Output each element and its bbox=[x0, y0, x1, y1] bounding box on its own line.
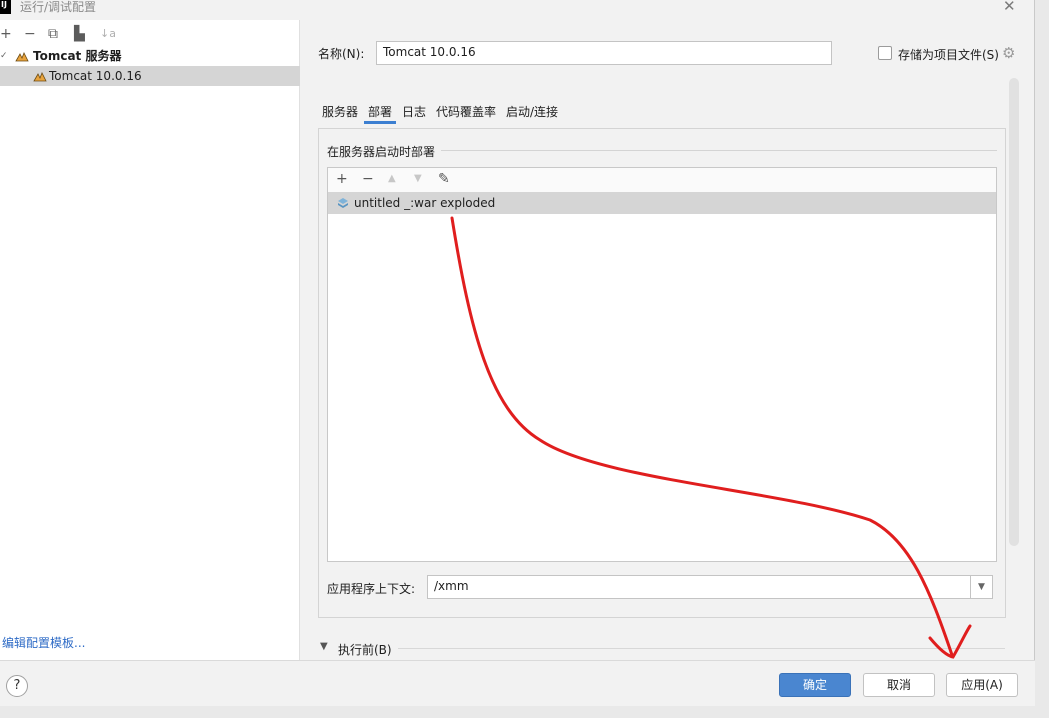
tab-server[interactable]: 服务器 bbox=[318, 103, 362, 121]
gear-icon[interactable]: ⚙ bbox=[1002, 44, 1015, 62]
move-down-icon[interactable]: ▼ bbox=[414, 170, 422, 188]
list-item[interactable]: untitled _:war exploded bbox=[328, 192, 996, 214]
deployment-toolbar: + − ▲ ▼ ✎ bbox=[328, 168, 996, 192]
expand-chevron-icon[interactable]: ✓ bbox=[0, 46, 8, 66]
help-button[interactable]: ? bbox=[6, 675, 28, 697]
tab-logs[interactable]: 日志 bbox=[398, 103, 430, 121]
config-tree-toolbar: + − ⧉ ▙ ↓a bbox=[0, 24, 300, 44]
config-tree-pane: + − ⧉ ▙ ↓a ✓ Tomcat 服务器 Tomcat 10.0.16 编… bbox=[0, 20, 300, 660]
tree-item-label: Tomcat 10.0.16 bbox=[49, 69, 142, 83]
tree-group-label: Tomcat 服务器 bbox=[33, 49, 122, 63]
store-as-project-label: 存储为项目文件(S) bbox=[898, 48, 999, 62]
tomcat-icon bbox=[15, 52, 29, 62]
store-as-project-checkbox[interactable] bbox=[878, 46, 892, 60]
dialog-footer: ? 确定 取消 应用(A) bbox=[0, 660, 1035, 706]
cancel-button[interactable]: 取消 bbox=[863, 673, 935, 697]
ok-button[interactable]: 确定 bbox=[779, 673, 851, 697]
add-artifact-icon[interactable]: + bbox=[336, 170, 348, 188]
tomcat-icon bbox=[33, 72, 47, 82]
run-debug-config-dialog: IJ 运行/调试配置 ✕ + − ⧉ ▙ ↓a ✓ Tomcat 服务器 Tom… bbox=[0, 0, 1035, 706]
chevron-down-icon[interactable]: ▼ bbox=[970, 576, 992, 598]
window-title: 运行/调试配置 bbox=[20, 0, 97, 14]
artifact-label: untitled _:war exploded bbox=[354, 196, 496, 210]
collapse-arrow-icon[interactable]: ▼ bbox=[320, 641, 328, 652]
tree-group-tomcat[interactable]: ✓ Tomcat 服务器 bbox=[0, 46, 300, 66]
tab-code-coverage[interactable]: 代码覆盖率 bbox=[432, 103, 500, 121]
artifact-icon bbox=[338, 198, 348, 208]
edit-templates-link[interactable]: 编辑配置模板... bbox=[2, 634, 85, 651]
title-bar: IJ 运行/调试配置 ✕ bbox=[0, 0, 1035, 16]
tab-startup-connection[interactable]: 启动/连接 bbox=[502, 103, 562, 121]
section-title: 在服务器启动时部署 bbox=[327, 143, 442, 160]
new-folder-icon[interactable]: ▙ bbox=[74, 24, 85, 44]
deployment-list: + − ▲ ▼ ✎ untitled _:war exploded bbox=[327, 167, 997, 562]
context-combobox[interactable]: /xmm ▼ bbox=[427, 575, 993, 599]
tab-deployment[interactable]: 部署 bbox=[364, 103, 397, 124]
remove-artifact-icon[interactable]: − bbox=[362, 170, 374, 188]
close-icon[interactable]: ✕ bbox=[1003, 0, 1016, 14]
before-launch-label[interactable]: 执行前(B) bbox=[338, 641, 392, 658]
name-label: 名称(N): bbox=[318, 47, 365, 61]
deployment-panel: 在服务器启动时部署 + − ▲ ▼ ✎ untitled _:war explo… bbox=[318, 128, 1006, 618]
copy-config-icon[interactable]: ⧉ bbox=[48, 24, 58, 44]
name-input[interactable]: Tomcat 10.0.16 bbox=[376, 41, 832, 65]
context-label: 应用程序上下文: bbox=[327, 582, 416, 596]
context-value: /xmm bbox=[434, 579, 469, 593]
edit-artifact-icon[interactable]: ✎ bbox=[438, 170, 450, 188]
vertical-scrollbar[interactable] bbox=[1009, 78, 1019, 546]
move-up-icon[interactable]: ▲ bbox=[388, 170, 396, 188]
app-logo: IJ bbox=[0, 0, 11, 14]
add-config-icon[interactable]: + bbox=[0, 24, 12, 44]
tree-item-tomcat-10[interactable]: Tomcat 10.0.16 bbox=[0, 66, 300, 86]
before-launch-divider bbox=[398, 648, 1005, 649]
apply-button[interactable]: 应用(A) bbox=[946, 673, 1018, 697]
remove-config-icon[interactable]: − bbox=[24, 24, 36, 44]
sort-icon[interactable]: ↓a bbox=[100, 24, 116, 44]
